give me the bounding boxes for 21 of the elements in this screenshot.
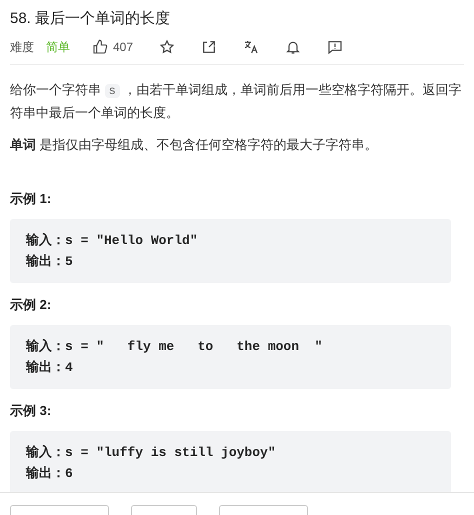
code-line: 输出：5	[26, 252, 73, 270]
code-line: 输入：s = " fly me to the moon "	[26, 338, 322, 356]
code-line: 输入：s = "luffy is still joyboy"	[26, 444, 276, 462]
code-line: 输出：6	[26, 464, 73, 482]
example-heading: 示例 2:	[10, 296, 52, 314]
definition-text: 单词 是指仅由字母组成、不包含任何空格字符的最大子字符串。	[10, 136, 379, 154]
code-line: 输出：4	[26, 358, 73, 376]
share-icon[interactable]	[201, 39, 218, 55]
example-heading: 示例 1:	[10, 190, 52, 208]
thumbs-up-icon	[92, 39, 108, 55]
feedback-icon[interactable]	[327, 39, 344, 55]
star-icon[interactable]	[159, 39, 176, 55]
example-heading: 示例 3:	[10, 402, 52, 420]
difficulty-label: 难度	[10, 39, 34, 56]
description-text: 给你一个字符串 s ，由若干单词组成，单词前后用一些空格字符隔开。返回字符串中最后一个单词的长度。	[10, 80, 462, 122]
translate-icon[interactable]	[243, 39, 260, 55]
difficulty-value: 简单	[46, 39, 70, 56]
like-button[interactable]: 407	[92, 38, 134, 56]
bell-icon[interactable]	[285, 39, 302, 55]
problem-title: 58. 最后一个单词的长度	[10, 9, 172, 29]
code-line: 输入：s = "Hello World"	[26, 232, 198, 250]
